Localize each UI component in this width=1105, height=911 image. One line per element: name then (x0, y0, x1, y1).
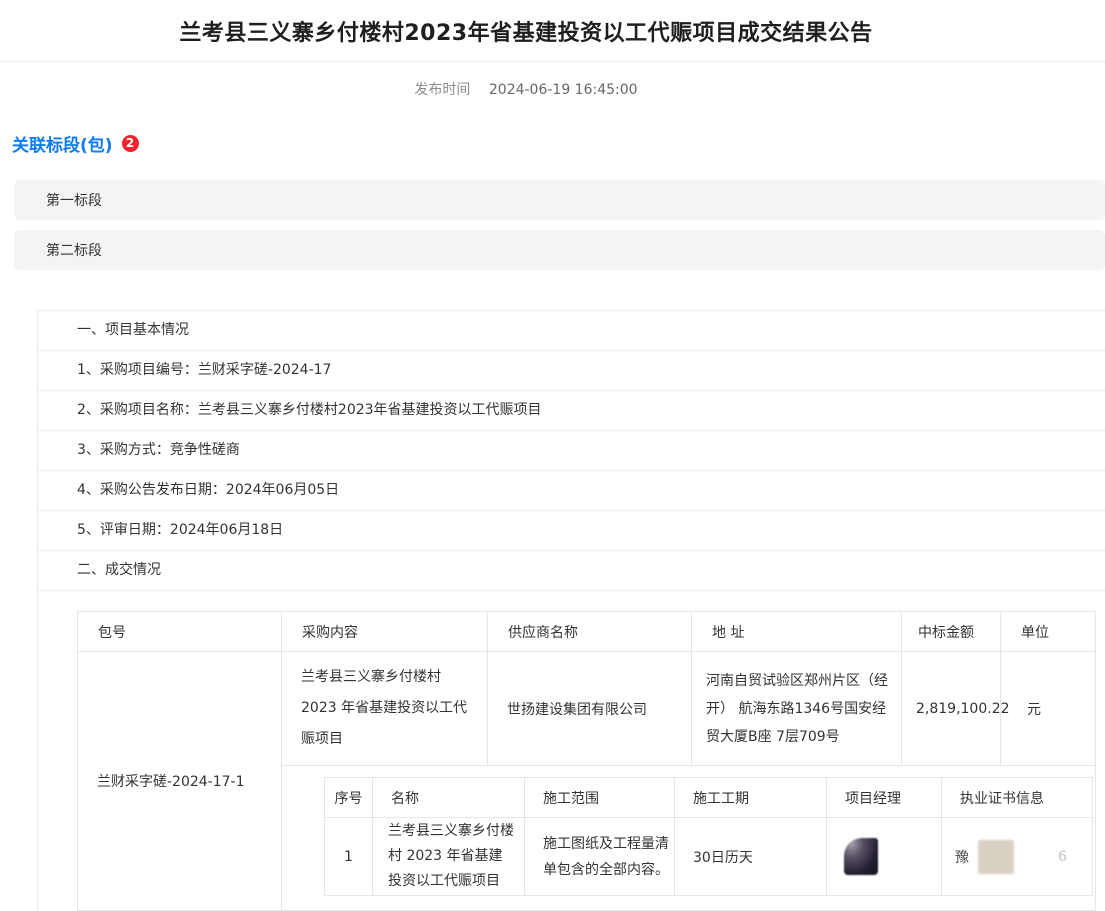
header-address: 地 址 (692, 612, 902, 652)
cell-supplier: 世扬建设集团有限公司 (488, 652, 692, 766)
section-bar-1[interactable]: 第一标段 (14, 180, 1105, 220)
publish-time-label: 发布时间 (414, 82, 470, 98)
page-title: 兰考县三义寨乡付楼村2023年省基建投资以工代赈项目成交结果公告 (179, 15, 872, 47)
related-sections-heading: 关联标段(包) 2 (12, 132, 1105, 154)
cell-content: 兰考县三义寨乡付楼村 2023 年省基建投资以工代赈项目 (282, 652, 488, 766)
cell-address: 河南自贸试验区郑州片区（经开） 航海东路1346号国安经贸大厦B座 7层709号 (692, 652, 902, 766)
publish-time-row: 发布时间 2024-06-19 16:45:00 (0, 79, 1052, 99)
info-row-project-name: 2、采购项目名称：兰考县三义寨乡付楼村2023年省基建投资以工代赈项目 (38, 391, 1105, 431)
cell-unit: 元 (1001, 652, 1096, 766)
cert-suffix-text: 6 (1058, 849, 1067, 865)
cert-redaction-box (978, 840, 1014, 874)
section-bar-2-label: 第二标段 (46, 240, 102, 260)
award-table: 包号 采购内容 供应商名称 地 址 中标金额 单位 兰财采字磋-2024-17-… (77, 611, 1096, 911)
header-content: 采购内容 (282, 612, 488, 652)
detail-table-header-row: 序号 名称 施工范围 施工工期 项目经理 执业证书信息 (325, 778, 1093, 818)
publish-time-value: 2024-06-19 16:45:00 (489, 82, 638, 98)
header-unit: 单位 (1001, 612, 1096, 652)
cell-manager (827, 818, 942, 896)
header-name: 名称 (373, 778, 525, 818)
header-scope: 施工范围 (525, 778, 675, 818)
section-count-badge: 2 (122, 135, 139, 152)
info-row-review-date: 5、评审日期：2024年06月18日 (38, 511, 1105, 551)
header-cert-info: 执业证书信息 (942, 778, 1093, 818)
header-index: 序号 (325, 778, 373, 818)
info-row-method: 3、采购方式：竞争性磋商 (38, 431, 1105, 471)
cell-package-no: 兰财采字磋-2024-17-1 (78, 652, 282, 911)
award-table-header-row: 包号 采购内容 供应商名称 地 址 中标金额 单位 (78, 612, 1096, 652)
award-table-wrap: 包号 采购内容 供应商名称 地 址 中标金额 单位 兰财采字磋-2024-17-… (77, 611, 1105, 911)
header-amount: 中标金额 (902, 612, 1001, 652)
header-package-no: 包号 (78, 612, 282, 652)
info-row-announce-date: 4、采购公告发布日期：2024年06月05日 (38, 471, 1105, 511)
cell-scope: 施工图纸及工程量清单包含的全部内容。 (525, 818, 675, 896)
related-sections-title: 关联标段(包) (12, 131, 113, 156)
header-manager: 项目经理 (827, 778, 942, 818)
cell-index: 1 (325, 818, 373, 896)
cell-name: 兰考县三义寨乡付楼村 2023 年省基建投资以工代赈项目 (373, 818, 525, 896)
cert-prefix-text: 豫 (955, 847, 969, 867)
page-header: 兰考县三义寨乡付楼村2023年省基建投资以工代赈项目成交结果公告 (0, 0, 1105, 62)
section-bar-1-label: 第一标段 (46, 190, 102, 210)
detail-table-cell: 序号 名称 施工范围 施工工期 项目经理 执业证书信息 1 兰考县三义寨乡付楼村… (282, 766, 1096, 911)
announcement-body: 一、项目基本情况 1、采购项目编号：兰财采字磋-2024-17 2、采购项目名称… (37, 310, 1105, 911)
header-duration: 施工工期 (675, 778, 827, 818)
section-bar-2[interactable]: 第二标段 (14, 230, 1105, 270)
cell-cert-info: 豫 6 (942, 818, 1093, 896)
manager-redaction-box (844, 838, 878, 875)
info-row-section-1: 一、项目基本情况 (38, 311, 1105, 351)
detail-table: 序号 名称 施工范围 施工工期 项目经理 执业证书信息 1 兰考县三义寨乡付楼村… (324, 777, 1093, 896)
award-table-row: 兰财采字磋-2024-17-1 兰考县三义寨乡付楼村 2023 年省基建投资以工… (78, 652, 1096, 766)
detail-table-row: 1 兰考县三义寨乡付楼村 2023 年省基建投资以工代赈项目 施工图纸及工程量清… (325, 818, 1093, 896)
cell-duration: 30日历天 (675, 818, 827, 896)
header-supplier: 供应商名称 (488, 612, 692, 652)
cell-amount: 2,819,100.22 (902, 652, 1001, 766)
info-row-project-no: 1、采购项目编号：兰财采字磋-2024-17 (38, 351, 1105, 391)
info-row-section-2: 二、成交情况 (38, 551, 1105, 591)
